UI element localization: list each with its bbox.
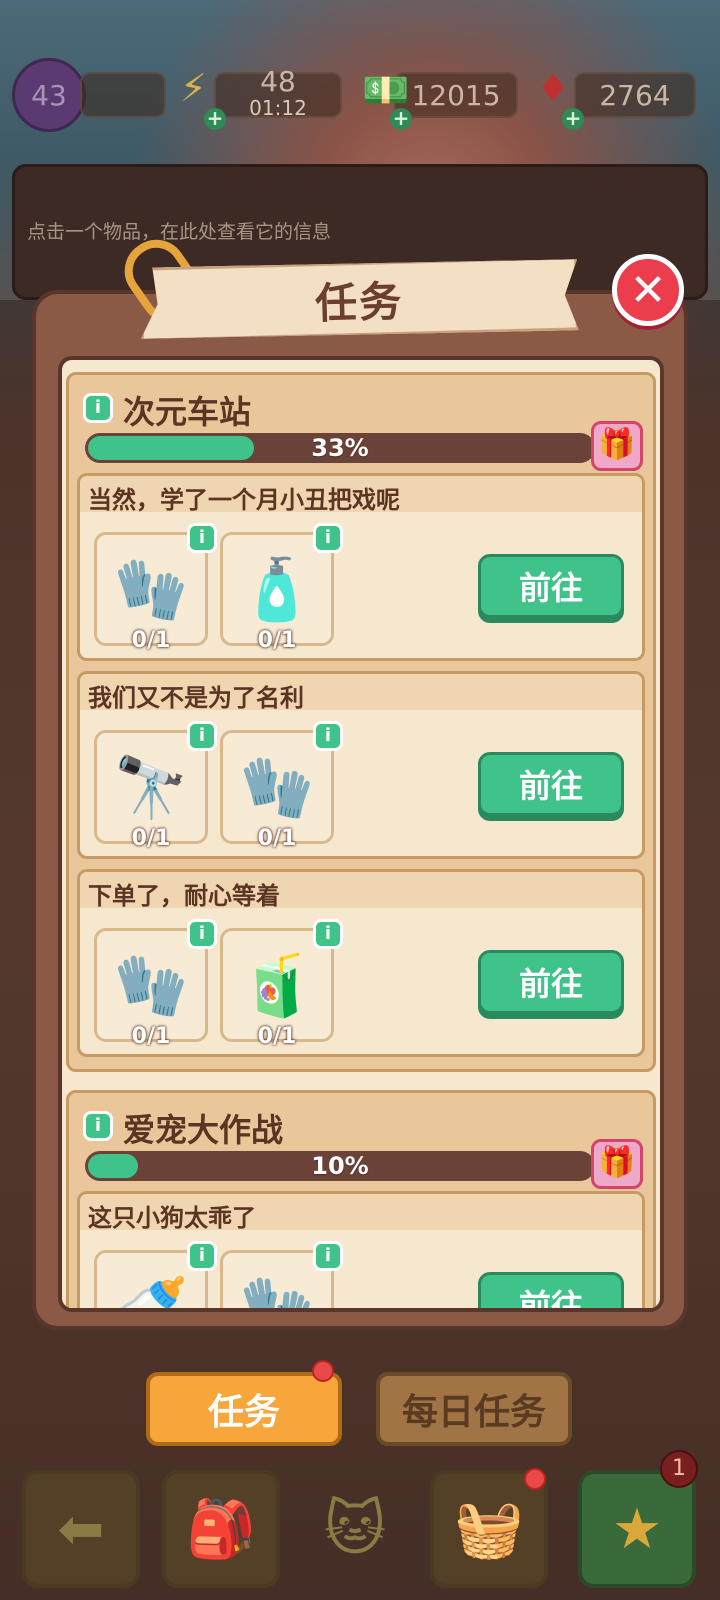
gift-box-icon[interactable]: 🎁 — [591, 421, 643, 471]
xp-bar — [80, 72, 166, 118]
item-count: 0/1 — [257, 628, 297, 653]
backpack-icon: 🎒 — [186, 1497, 256, 1562]
required-item-slot[interactable]: 🧃 i 0/1 — [220, 919, 343, 1049]
tab-tasks-label: 任务 — [207, 1392, 280, 1433]
basket-icon: 🧺 — [454, 1497, 524, 1562]
task-card: 我们又不是为了名利 🔭 i 0/1 🧤 i 0/1 前往 — [77, 671, 645, 859]
cash-value: 12015 — [411, 78, 501, 112]
go-button-label: 前往 — [518, 1287, 583, 1312]
task-list-container[interactable]: i 次元车站 33% 🎁 当然，学了一个月小丑把戏呢 🧤 i 0/1 🧴 i 0… — [58, 356, 664, 1312]
add-energy-icon[interactable]: + — [204, 108, 226, 130]
required-item-slot[interactable]: 🔭 i 0/1 — [94, 721, 217, 851]
binoculars-icon: 🔭 — [113, 752, 189, 823]
red-glove-icon: 🧤 — [239, 1272, 315, 1312]
section-header: i 爱宠大作战 10% 🎁 — [77, 1099, 645, 1189]
panel-title-banner: 任务 — [139, 256, 579, 341]
go-button-label: 前往 — [518, 569, 583, 607]
red-glove-icon: 🧤 — [239, 752, 315, 823]
item-count: 0/1 — [131, 1024, 171, 1049]
tab-daily-label: 每日任务 — [401, 1392, 546, 1433]
task-card: 这只小狗太乖了 🍼 i 🧤 i 前往 — [77, 1191, 645, 1312]
task-title: 下单了，耐心等着 — [80, 872, 642, 910]
ruby-icon: ♦ — [536, 66, 571, 110]
star-icon: ★ — [611, 1496, 663, 1562]
close-button[interactable]: ✕ — [612, 254, 684, 326]
required-item-slot[interactable]: 🧴 i 0/1 — [220, 523, 343, 653]
info-icon[interactable]: i — [313, 523, 343, 553]
lucky-cat-mascot[interactable]: 🐱 — [296, 1470, 414, 1588]
back-button[interactable]: ⬅ — [22, 1470, 140, 1588]
player-level-badge[interactable]: 43 — [12, 58, 86, 132]
task-title: 我们又不是为了名利 — [80, 674, 642, 712]
badge-count-value: 1 — [672, 1456, 686, 1481]
go-button-label: 前往 — [518, 767, 583, 805]
red-glove-icon: 🧤 — [113, 554, 189, 625]
gem-value: 2764 — [599, 78, 671, 112]
task-card: 下单了，耐心等着 🧤 i 0/1 🧃 i 0/1 前往 — [77, 869, 645, 1057]
go-button-label: 前往 — [518, 965, 583, 1003]
lucky-cat-icon: 🐱 — [323, 1494, 387, 1564]
task-title: 这只小狗太乖了 — [80, 1194, 642, 1232]
item-count: 0/1 — [257, 826, 297, 851]
info-icon[interactable]: i — [187, 523, 217, 553]
info-icon[interactable]: i — [83, 393, 113, 423]
info-icon[interactable]: i — [187, 919, 217, 949]
go-button[interactable]: 前往 — [478, 554, 624, 618]
level-value: 43 — [31, 78, 67, 112]
item-count: 0/1 — [131, 628, 171, 653]
section-progress-bar: 10% — [85, 1151, 595, 1181]
gift-box-icon[interactable]: 🎁 — [591, 1139, 643, 1189]
backpack-button[interactable]: 🎒 — [162, 1470, 280, 1588]
go-button[interactable]: 前往 — [478, 1272, 624, 1312]
lotion-bottle-icon: 🧴 — [239, 554, 315, 625]
info-icon[interactable]: i — [83, 1111, 113, 1141]
progress-label: 33% — [311, 434, 369, 462]
add-gem-icon[interactable]: + — [562, 108, 584, 130]
gem-counter[interactable]: 2764 — [574, 72, 696, 118]
item-count: 0/1 — [257, 1024, 297, 1049]
task-section: i 次元车站 33% 🎁 当然，学了一个月小丑把戏呢 🧤 i 0/1 🧴 i 0… — [66, 372, 656, 1072]
info-icon[interactable]: i — [187, 1241, 217, 1271]
red-glove-icon: 🧤 — [113, 950, 189, 1021]
task-panel: i 次元车站 33% 🎁 当然，学了一个月小丑把戏呢 🧤 i 0/1 🧴 i 0… — [32, 290, 688, 1330]
lightning-icon: ⚡ — [180, 66, 207, 110]
shop-notification-dot — [524, 1468, 546, 1490]
cash-counter[interactable]: 12015 — [394, 72, 518, 118]
info-icon[interactable]: i — [313, 919, 343, 949]
item-count: 0/1 — [131, 826, 171, 851]
task-card: 当然，学了一个月小丑把戏呢 🧤 i 0/1 🧴 i 0/1 前往 — [77, 473, 645, 661]
required-item-slot[interactable]: 🍼 i — [94, 1241, 217, 1312]
section-title: 爱宠大作战 — [123, 1111, 284, 1149]
required-item-slot[interactable]: 🧤 i 0/1 — [94, 523, 217, 653]
star-badge-count: 1 — [660, 1450, 698, 1488]
task-section: i 爱宠大作战 10% 🎁 这只小狗太乖了 🍼 i 🧤 i 前往 — [66, 1090, 656, 1312]
section-header: i 次元车站 33% 🎁 — [77, 381, 645, 471]
info-icon[interactable]: i — [313, 1241, 343, 1271]
section-progress-bar: 33% — [85, 433, 595, 463]
info-icon[interactable]: i — [313, 721, 343, 751]
juice-bottle-icon: 🧃 — [239, 950, 315, 1021]
task-scroll-list[interactable]: i 次元车站 33% 🎁 当然，学了一个月小丑把戏呢 🧤 i 0/1 🧴 i 0… — [66, 372, 656, 1312]
energy-counter[interactable]: 48 01:12 — [214, 65, 342, 120]
progress-label: 10% — [311, 1152, 369, 1180]
go-button[interactable]: 前往 — [478, 752, 624, 816]
panel-title: 任务 — [314, 276, 404, 328]
tasks-notification-dot — [312, 1360, 334, 1382]
go-button[interactable]: 前往 — [478, 950, 624, 1014]
bottle-icon: 🍼 — [113, 1272, 189, 1312]
required-item-slot[interactable]: 🧤 i — [220, 1241, 343, 1312]
energy-timer: 01:12 — [249, 96, 307, 120]
add-cash-icon[interactable]: + — [390, 108, 412, 130]
info-hint-text: 点击一个物品，在此处查看它的信息 — [27, 221, 332, 243]
tab-daily-tasks[interactable]: 每日任务 — [376, 1372, 572, 1446]
energy-value: 48 — [260, 65, 296, 98]
required-item-slot[interactable]: 🧤 i 0/1 — [94, 919, 217, 1049]
task-title: 当然，学了一个月小丑把戏呢 — [80, 476, 642, 514]
required-item-slot[interactable]: 🧤 i 0/1 — [220, 721, 343, 851]
info-icon[interactable]: i — [187, 721, 217, 751]
arrow-left-icon: ⬅ — [57, 1496, 105, 1562]
section-title: 次元车站 — [123, 393, 252, 431]
close-icon: ✕ — [629, 264, 667, 316]
tab-tasks[interactable]: 任务 — [146, 1372, 342, 1446]
